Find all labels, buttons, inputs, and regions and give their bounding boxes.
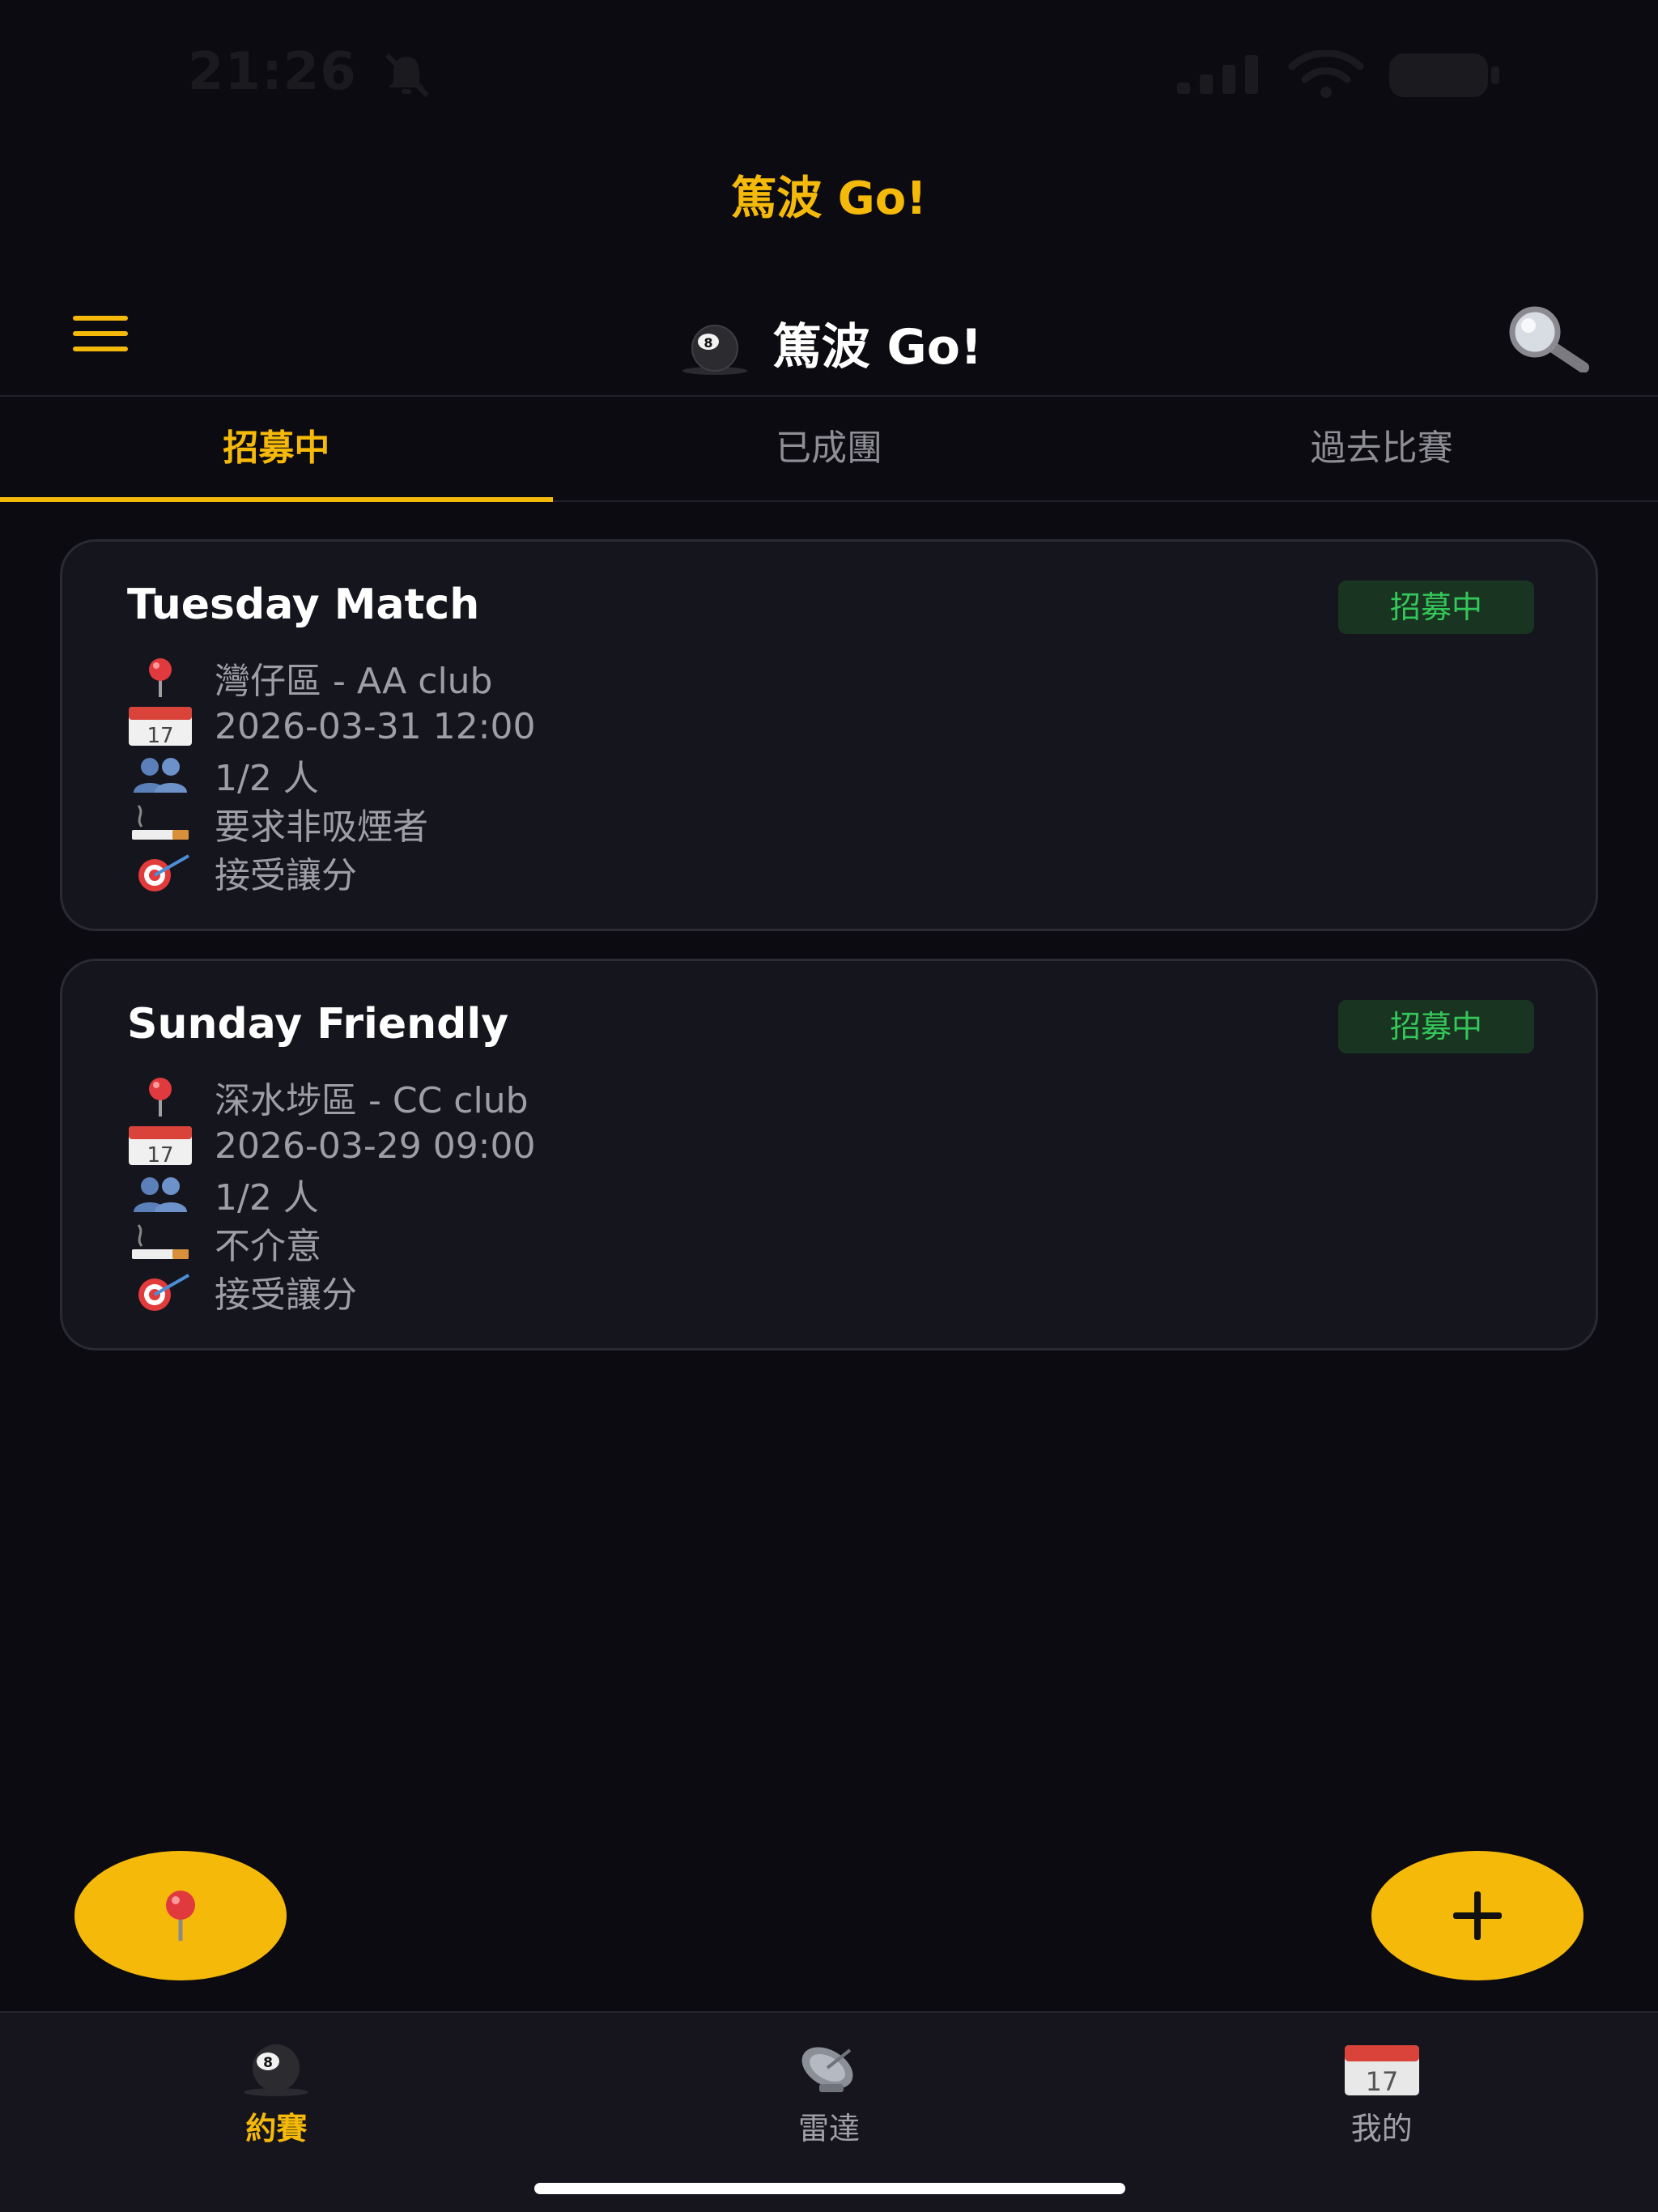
dart-target-icon	[138, 1274, 189, 1311]
cigarette-icon	[132, 1224, 189, 1259]
home-indicator	[534, 2183, 1125, 2194]
pushpin-icon	[166, 1891, 195, 1941]
match-card[interactable]: Tuesday Match 招募中 灣仔區 - AA club 17 2026-…	[60, 539, 1598, 931]
calendar-icon: 17	[129, 707, 192, 747]
match-card[interactable]: Sunday Friendly 招募中 深水埗區 - CC club 17 20…	[60, 959, 1598, 1351]
match-location-row: 灣仔區 - AA club	[127, 653, 536, 702]
search-icon[interactable]	[1503, 304, 1592, 372]
match-datetime: 2026-03-31 12:00	[215, 705, 536, 747]
match-datetime: 2026-03-29 09:00	[215, 1125, 536, 1167]
satellite-dish-icon	[801, 2047, 853, 2092]
dart-target-icon	[138, 854, 189, 891]
signal-icon	[1177, 55, 1258, 94]
match-handicap: 接受讓分	[215, 855, 357, 896]
match-datetime-row: 17 2026-03-29 09:00	[127, 1121, 536, 1170]
match-title: Sunday Friendly	[127, 1000, 509, 1049]
bell-silenced-icon	[385, 53, 430, 97]
nav-title: 8 篤波 Go!	[0, 308, 1658, 378]
match-players: 1/2 人	[215, 758, 319, 799]
tab-bar-label: 約賽	[245, 2111, 308, 2146]
people-icon	[134, 758, 187, 793]
status-time: 21:26	[188, 42, 357, 102]
match-location: 灣仔區 - AA club	[215, 661, 493, 702]
match-handicap: 接受讓分	[215, 1274, 357, 1316]
match-info-list: 深水埗區 - CC club 17 2026-03-29 09:00 1/2 人…	[127, 1073, 536, 1316]
eight-ball-icon: 8	[244, 2044, 309, 2096]
svg-text:8: 8	[263, 2055, 273, 2071]
app-title: 篤波 Go!	[731, 172, 927, 225]
app-screen: 21:26 篤波 Go! 8 篤波 Go! 招募中 已成團 過去比賽 Tuesd…	[0, 0, 1658, 2212]
tab-formed[interactable]: 已成團	[553, 398, 1106, 500]
cigarette-icon	[132, 805, 189, 840]
status-badge: 招募中	[1338, 1000, 1534, 1053]
people-icon	[134, 1177, 187, 1212]
plus-icon	[1453, 1891, 1502, 1940]
tab-bar-label: 我的	[1350, 2111, 1413, 2146]
navigation-bar: 8 篤波 Go!	[0, 275, 1658, 397]
tab-bar-matches[interactable]: 8 約賽	[0, 2013, 553, 2212]
match-location: 深水埗區 - CC club	[215, 1080, 529, 1121]
svg-text:17: 17	[147, 1143, 173, 1167]
match-handicap-row: 接受讓分	[127, 848, 536, 896]
calendar-icon: 17	[129, 1126, 192, 1167]
svg-text:17: 17	[1365, 2066, 1398, 2097]
bottom-tab-bar: 8 約賽 雷達 17 我的	[0, 2011, 1658, 2212]
tab-bar-label: 雷達	[798, 2111, 861, 2146]
svg-text:17: 17	[147, 724, 173, 747]
eight-ball-icon: 8	[682, 325, 747, 376]
match-smoking: 不介意	[215, 1226, 321, 1267]
tab-bar-mine[interactable]: 17 我的	[1105, 2013, 1658, 2212]
pushpin-icon	[149, 1078, 172, 1117]
tab-past-matches[interactable]: 過去比賽	[1105, 398, 1658, 500]
nav-title-text: 篤波 Go!	[772, 319, 983, 376]
match-location-row: 深水埗區 - CC club	[127, 1073, 536, 1121]
segment-tabs: 招募中 已成團 過去比賽	[0, 398, 1658, 502]
match-smoking-row: 不介意	[127, 1219, 536, 1267]
match-handicap-row: 接受讓分	[127, 1267, 536, 1316]
add-match-button[interactable]	[1371, 1851, 1584, 1980]
match-smoking-row: 要求非吸煙者	[127, 799, 536, 848]
battery-icon	[1389, 53, 1499, 97]
map-location-button[interactable]	[74, 1851, 287, 1980]
status-bar: 21:26	[0, 0, 1658, 146]
wifi-icon	[1288, 50, 1364, 98]
calendar-icon: 17	[1344, 2045, 1419, 2097]
match-title: Tuesday Match	[127, 581, 480, 629]
match-players-row: 1/2 人	[127, 1170, 536, 1219]
tab-recruiting[interactable]: 招募中	[0, 398, 553, 502]
match-info-list: 灣仔區 - AA club 17 2026-03-31 12:00 1/2 人 …	[127, 653, 536, 896]
status-badge: 招募中	[1338, 581, 1534, 634]
match-datetime-row: 17 2026-03-31 12:00	[127, 702, 536, 751]
match-smoking: 要求非吸煙者	[215, 806, 428, 848]
svg-text:8: 8	[704, 335, 712, 351]
match-players: 1/2 人	[215, 1177, 319, 1219]
match-players-row: 1/2 人	[127, 751, 536, 799]
pushpin-icon	[149, 658, 172, 697]
